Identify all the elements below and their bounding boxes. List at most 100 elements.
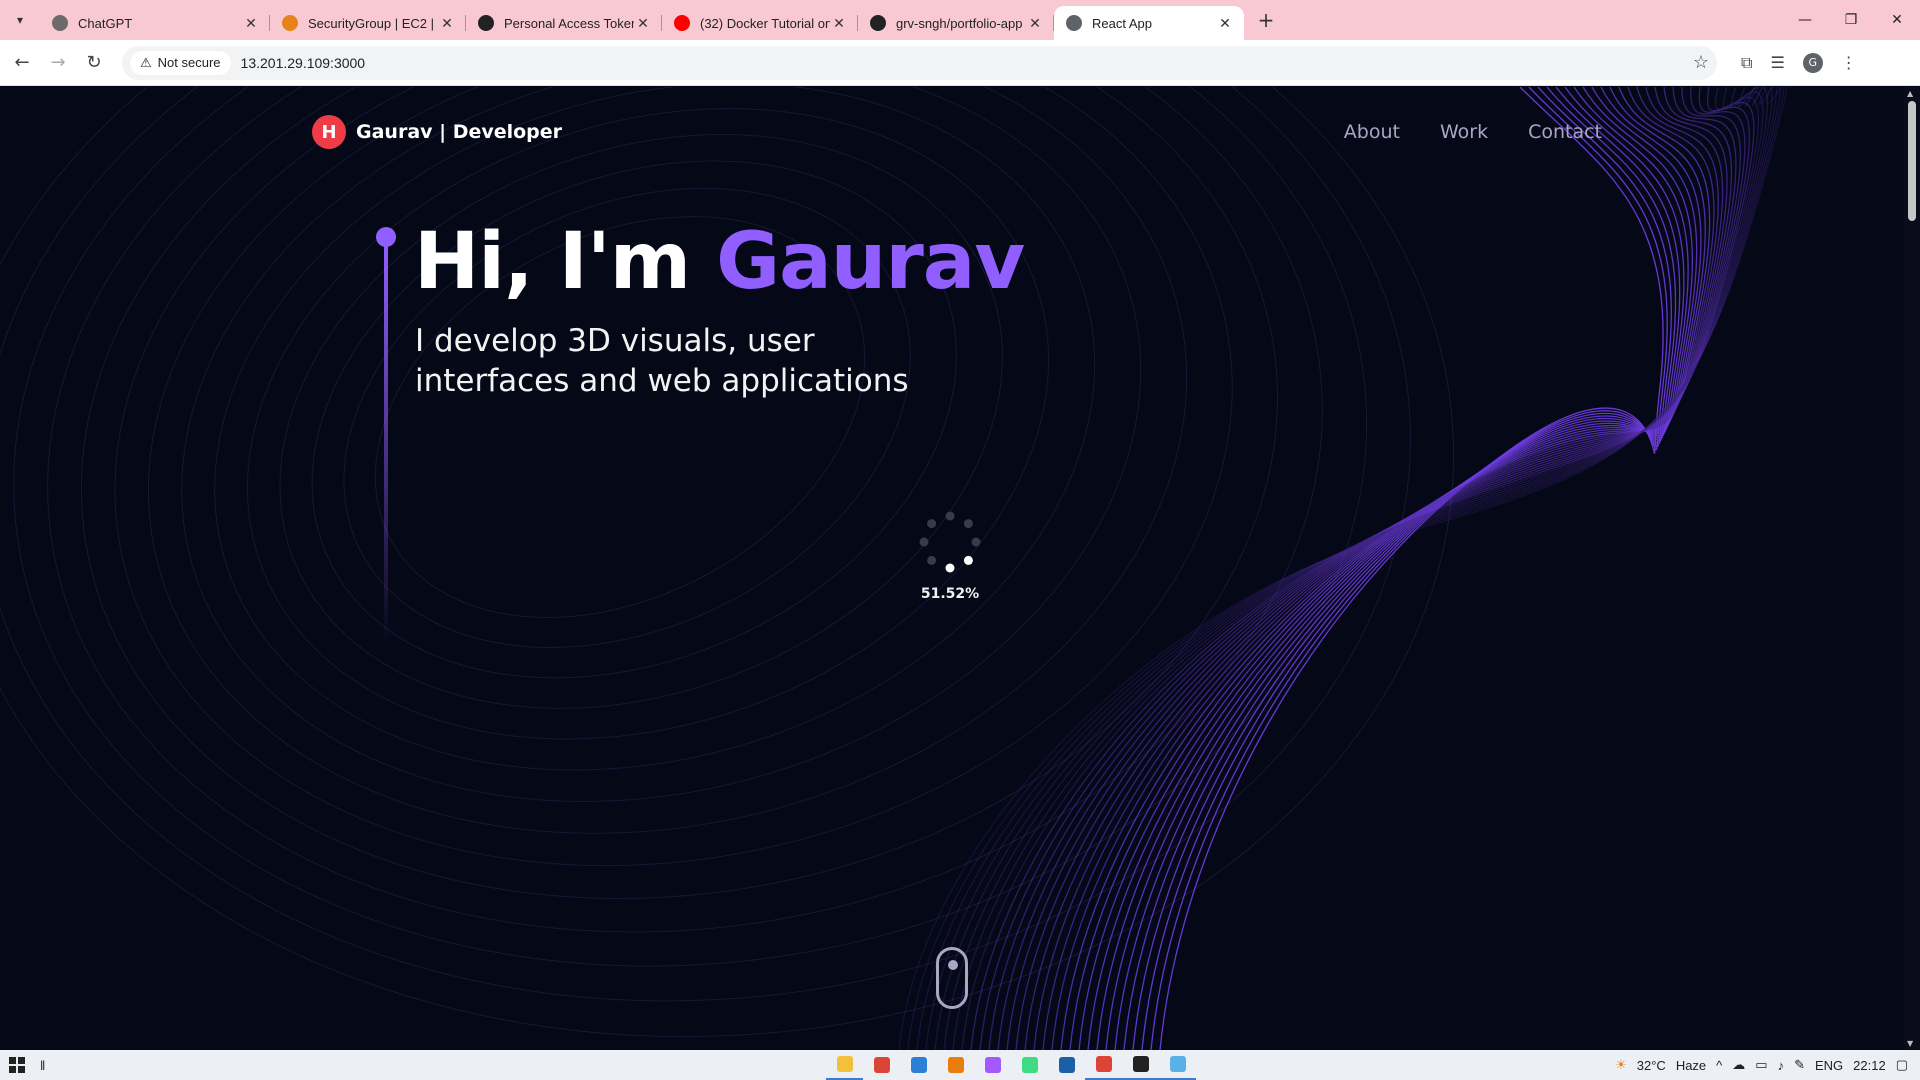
blender-icon[interactable] [937,1050,974,1080]
extensions-puzzle-icon[interactable]: ⧉ [1741,53,1752,73]
tray-chevron-up-icon[interactable]: ^ [1716,1058,1722,1073]
bookmark-star-icon[interactable]: ☆ [1693,52,1709,73]
close-window-icon[interactable]: ✕ [1874,0,1920,40]
app-glyph [910,1057,927,1073]
tab-title: (32) Docker Tutorial on AWS EC [700,15,830,31]
chatgpt-icon [52,15,68,31]
notepad-icon[interactable] [1159,1050,1196,1080]
app-glyph [873,1057,890,1073]
security-indicator[interactable]: ⚠ Not secure [130,50,231,75]
spinner-dot [945,511,955,521]
spinner-dot [963,519,973,529]
tab-close-icon[interactable]: ✕ [242,15,260,32]
system-tray: ☀ 32°C Haze ^ ☁ ▭ ♪ ✎ ENG 22:12 ▢ [1615,1050,1920,1080]
windows-taskbar: ‖ ☀ 32°C Haze ^ ☁ ▭ ♪ ✎ ENG 22:12 ▢ [0,1050,1920,1080]
tab-close-icon[interactable]: ✕ [830,15,848,32]
url-text[interactable]: 13.201.29.109:3000 [241,55,1693,71]
reload-icon[interactable]: ↻ [76,45,112,81]
forward-arrow-icon[interactable]: → [40,45,76,81]
back-arrow-icon[interactable]: ← [4,45,40,81]
hero-title-name: Gaurav [716,217,1025,307]
browser-tab-strip: ▾ ChatGPT✕SecurityGroup | EC2 | ap-south… [0,0,1920,40]
loading-spinner-icon [919,511,981,573]
vscode-icon[interactable] [900,1050,937,1080]
profile-avatar[interactable]: G [1802,52,1823,73]
browser-tab[interactable]: Personal Access Tokens (Classic✕ [466,6,662,40]
restore-icon[interactable]: ❐ [1828,0,1874,40]
android-studio-icon[interactable] [1011,1050,1048,1080]
tab-search-chevron-icon[interactable]: ▾ [0,0,40,40]
tab-title: Personal Access Tokens (Classic [504,15,634,31]
youtube-icon [674,15,690,31]
tab-list: ChatGPT✕SecurityGroup | EC2 | ap-south-✕… [40,0,1244,40]
github-icon [870,15,886,31]
loading-percent: 51.52% [920,586,980,602]
globe-icon [1066,15,1082,31]
onedrive-cloud-icon[interactable]: ☁ [1732,1057,1745,1073]
minimize-icon[interactable]: — [1782,0,1828,40]
windows-start-icon[interactable] [0,1050,34,1080]
clock-time[interactable]: 22:12 [1853,1058,1886,1073]
aws-icon [282,15,298,31]
hero-title-prefix: Hi, I'm [414,217,717,307]
file-explorer-icon[interactable] [826,1050,863,1080]
browser-tab[interactable]: React App ✕ [1054,6,1244,40]
scroll-down-indicator[interactable] [936,947,968,1009]
app-glyph [984,1057,1001,1073]
browser-tab[interactable]: grv-sngh/portfolio-app at dev✕ [858,6,1054,40]
chrome-icon[interactable] [863,1050,900,1080]
nav-link-work[interactable]: Work [1440,121,1488,143]
nav-link-contact[interactable]: Contact [1528,121,1602,143]
spinner-dot [927,519,937,529]
chrome-icon[interactable] [1085,1050,1122,1080]
warning-triangle-icon: ⚠ [140,54,152,70]
tab-close-icon[interactable]: ✕ [1216,15,1234,32]
browser-tab[interactable]: SecurityGroup | EC2 | ap-south-✕ [270,6,466,40]
hero-title: Hi, I'm Gaurav [414,217,1025,307]
page-scrollbar[interactable]: ▲ ▼ [1904,87,1920,1050]
virtualbox-icon[interactable] [1048,1050,1085,1080]
browser-tab[interactable]: ChatGPT ✕ [40,6,270,40]
browser-tab[interactable]: (32) Docker Tutorial on AWS EC✕ [662,6,858,40]
spinner-dot [963,555,973,565]
weather-temp[interactable]: 32°C [1637,1058,1666,1073]
site-navbar: H Gaurav | Developer About Work Contact [312,107,1602,157]
figma-icon[interactable] [974,1050,1011,1080]
app-glyph [1132,1056,1149,1072]
new-tab-button[interactable]: + [1248,8,1284,32]
weather-desc[interactable]: Haze [1676,1058,1706,1073]
scrollbar-thumb[interactable] [1908,101,1916,221]
logo-text[interactable]: Gaurav | Developer [356,121,562,143]
spinner-dot [971,537,981,547]
language-indicator[interactable]: ENG [1815,1058,1843,1073]
logo-icon[interactable]: H [312,115,346,149]
tab-title: grv-sngh/portfolio-app at dev [896,15,1026,31]
tab-title: ChatGPT [78,15,133,31]
more-menu-icon[interactable]: ⋮ [1841,53,1857,72]
task-view-icon[interactable]: ‖ [40,1058,45,1073]
scroll-indicator-dot [948,960,958,970]
address-bar[interactable]: ⚠ Not secure 13.201.29.109:3000 ☆ [122,45,1717,80]
pen-icon[interactable]: ✎ [1794,1057,1805,1073]
weather-icon[interactable]: ☀ [1615,1057,1627,1073]
terminal-icon[interactable] [1122,1050,1159,1080]
tab-close-icon[interactable]: ✕ [634,15,652,32]
loading-indicator: 51.52% [910,502,990,612]
hero-subtitle: I develop 3D visuals, user interfaces an… [415,323,909,399]
notifications-icon[interactable]: ▢ [1896,1057,1908,1073]
security-label: Not secure [157,55,221,70]
app-glyph [1095,1056,1112,1072]
scroll-down-arrow-icon[interactable]: ▼ [1907,1039,1913,1048]
app-glyph [947,1057,964,1073]
page-viewport: H Gaurav | Developer About Work Contact … [0,87,1920,1050]
nav-link-about[interactable]: About [1344,121,1400,143]
tab-close-icon[interactable]: ✕ [438,15,456,32]
media-control-icon[interactable]: ☰ [1770,53,1784,72]
scroll-up-arrow-icon[interactable]: ▲ [1907,89,1913,98]
tab-close-icon[interactable]: ✕ [1026,15,1044,32]
nav-links: About Work Contact [1344,121,1602,143]
app-glyph [1169,1056,1186,1072]
battery-icon[interactable]: ▭ [1755,1057,1767,1073]
volume-icon[interactable]: ♪ [1778,1058,1785,1073]
spinner-dot [919,537,929,547]
